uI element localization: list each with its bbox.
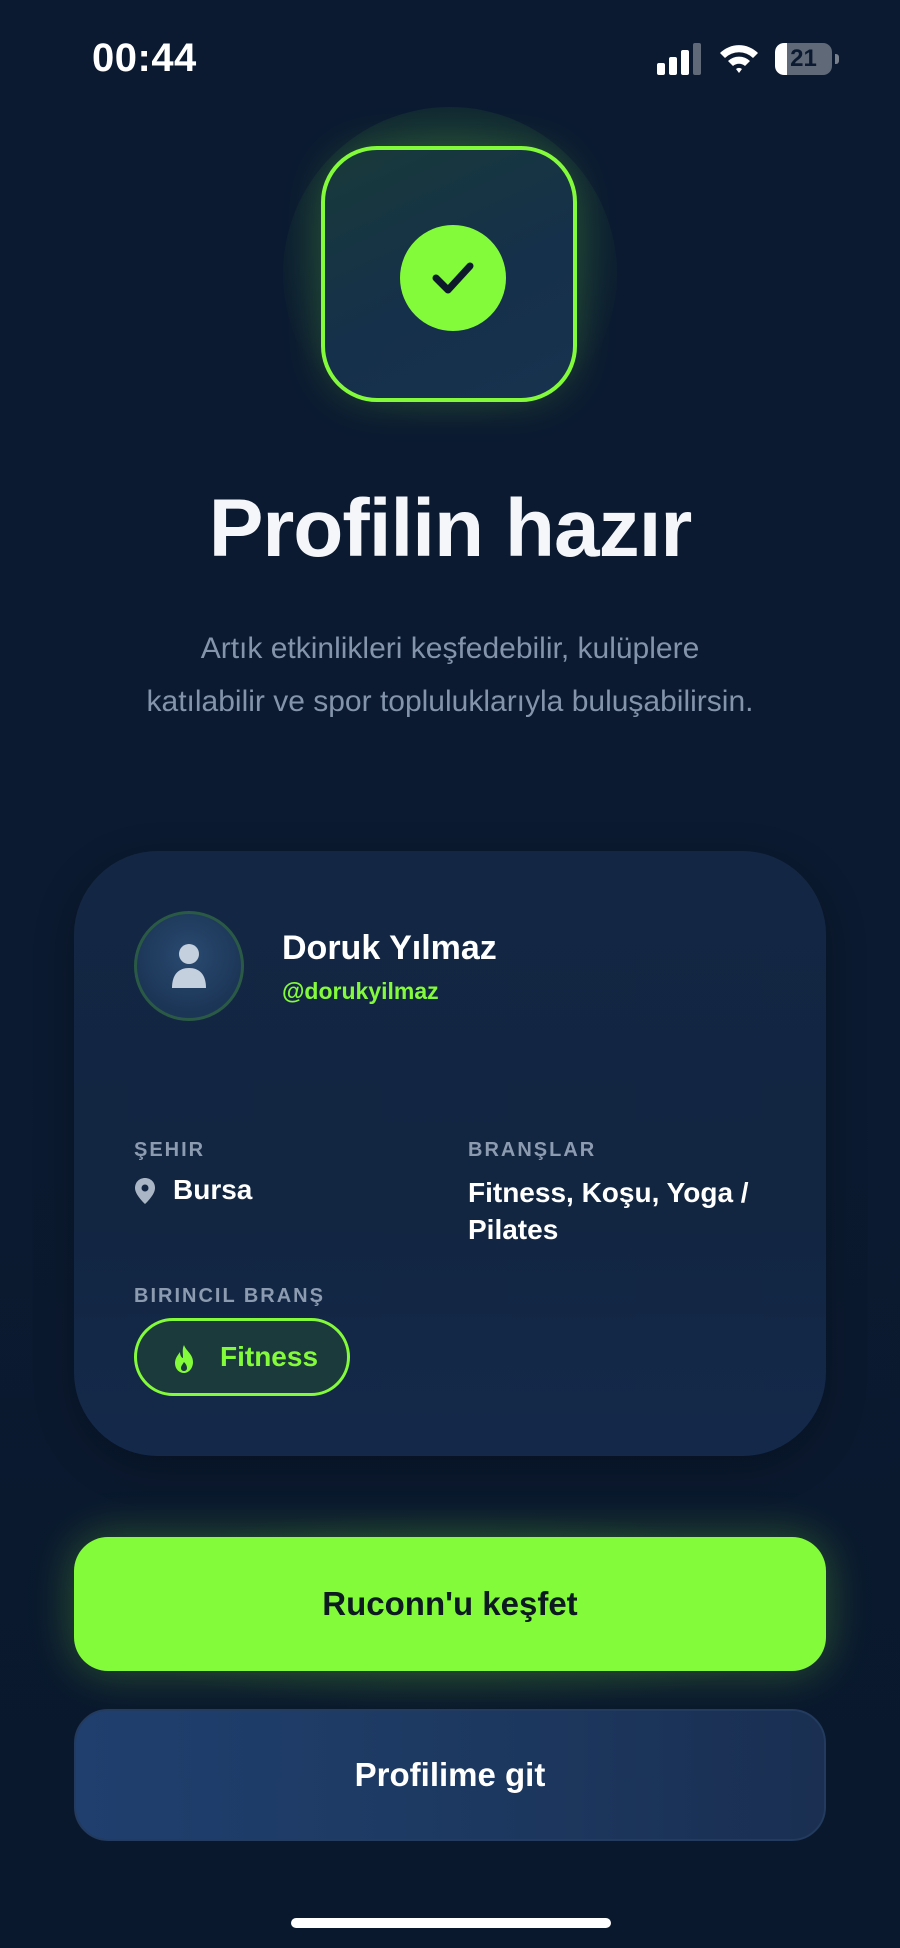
page-title: Profilin hazır — [208, 483, 693, 574]
battery-tip — [835, 54, 839, 64]
battery-indicator: 21 — [775, 43, 839, 75]
primary-branch-chip: Fitness — [134, 1318, 350, 1396]
status-bar: 00:44 21 — [0, 0, 900, 120]
city-value: Bursa — [173, 1174, 253, 1205]
explore-ruconn-label: Ruconn'u keşfet — [322, 1585, 578, 1622]
success-badge — [321, 146, 577, 402]
flame-icon — [175, 1345, 193, 1373]
status-time: 00:44 — [92, 36, 197, 80]
cellular-signal-icon — [657, 43, 701, 75]
location-pin-icon — [135, 1178, 155, 1204]
home-indicator[interactable] — [291, 1918, 611, 1928]
profile-handle: @dorukyilmaz — [282, 978, 439, 1004]
battery-level: 21 — [790, 45, 817, 72]
check-icon — [432, 262, 474, 294]
avatar — [134, 911, 244, 1021]
profile-summary-card: Doruk Yılmaz @dorukyilmaz ŞEHIR Bursa BR… — [74, 851, 826, 1456]
primary-branch-value: Fitness — [220, 1341, 319, 1372]
go-to-profile-button[interactable]: Profilime git — [74, 1709, 826, 1841]
page-subtitle: Artık etkinlikleri keşfedebilir, kulüple… — [146, 632, 754, 718]
check-circle — [400, 225, 506, 331]
branches-value: Fitness, Koşu, Yoga / Pilates — [468, 1177, 749, 1245]
go-to-profile-label: Profilime git — [354, 1756, 546, 1793]
profile-name: Doruk Yılmaz — [282, 929, 497, 967]
branches-label: BRANŞLAR — [468, 1139, 597, 1161]
profile-ready-screen: 00:44 21 Profilin hazır Artık etkinlikle… — [0, 0, 900, 1948]
city-label: ŞEHIR — [134, 1139, 206, 1161]
primary-branch-label: BIRINCIL BRANŞ — [134, 1285, 325, 1307]
battery-icon: 21 — [775, 43, 832, 75]
user-icon — [172, 944, 206, 988]
wifi-icon — [720, 45, 758, 73]
explore-ruconn-button[interactable]: Ruconn'u keşfet — [74, 1537, 826, 1671]
